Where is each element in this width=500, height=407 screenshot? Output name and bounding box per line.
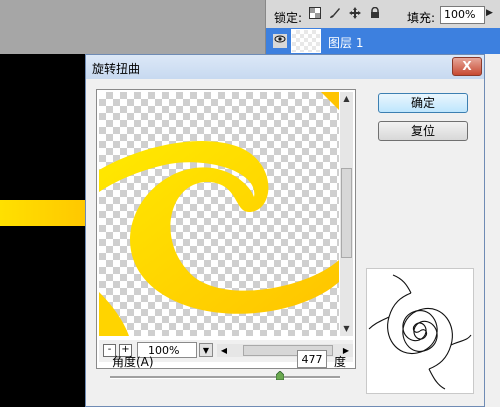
- twirl-icon-thumbnail: [366, 268, 474, 394]
- layers-panel: 锁定: 填充: 100% ▶ 图层 1: [265, 0, 500, 54]
- vertical-scroll-thumb[interactable]: [341, 168, 352, 258]
- scroll-left-icon[interactable]: ◀: [217, 344, 231, 357]
- document-canvas: [0, 54, 85, 407]
- spiral-icon: [368, 274, 472, 390]
- twirl-dialog: 旋转扭曲 X ▲ ▼ - + 100% ▼ ◀ ▶ 确定 复位 角度(A) 47…: [85, 54, 485, 407]
- fill-input[interactable]: 100%: [440, 6, 485, 24]
- right-panel-edge: [485, 54, 500, 407]
- lock-label: 锁定:: [274, 11, 303, 25]
- angle-unit: 度: [334, 355, 347, 369]
- eye-icon[interactable]: [273, 34, 287, 48]
- angle-input[interactable]: 477: [297, 350, 327, 368]
- angle-slider-handle[interactable]: [275, 371, 284, 380]
- preview-frame: ▲ ▼ - + 100% ▼ ◀ ▶: [96, 89, 356, 369]
- angle-label: 角度(A): [112, 355, 154, 369]
- preview-horizontal-scrollbar[interactable]: ◀ ▶: [217, 344, 353, 357]
- zoom-dropdown-icon[interactable]: ▼: [199, 343, 213, 357]
- scroll-down-icon[interactable]: ▼: [340, 322, 353, 336]
- layer-name[interactable]: 图层 1: [328, 34, 363, 51]
- dialog-titlebar[interactable]: 旋转扭曲 X: [86, 55, 484, 79]
- move-lock-icon[interactable]: [348, 7, 362, 21]
- swirl-preview-image: [99, 92, 339, 336]
- layer-thumbnail: [291, 29, 321, 53]
- canvas-yellow-strip: [0, 200, 85, 226]
- layer-row[interactable]: 图层 1: [266, 28, 500, 54]
- preview-vertical-scrollbar[interactable]: ▲ ▼: [340, 92, 353, 336]
- filter-preview[interactable]: [99, 92, 339, 336]
- transparency-lock-icon[interactable]: [308, 7, 322, 21]
- close-button[interactable]: X: [452, 57, 482, 76]
- fill-dropdown-arrow-icon[interactable]: ▶: [486, 8, 496, 18]
- ok-button[interactable]: 确定: [378, 93, 468, 113]
- dialog-title: 旋转扭曲: [92, 62, 141, 76]
- reset-button[interactable]: 复位: [378, 121, 468, 141]
- brush-lock-icon[interactable]: [328, 7, 342, 21]
- fill-label: 填充:: [407, 11, 436, 25]
- angle-slider-track[interactable]: [110, 376, 340, 379]
- scroll-up-icon[interactable]: ▲: [340, 92, 353, 106]
- padlock-icon[interactable]: [368, 6, 382, 21]
- lock-icons: [308, 6, 382, 21]
- canvas-grey-area: [0, 0, 265, 54]
